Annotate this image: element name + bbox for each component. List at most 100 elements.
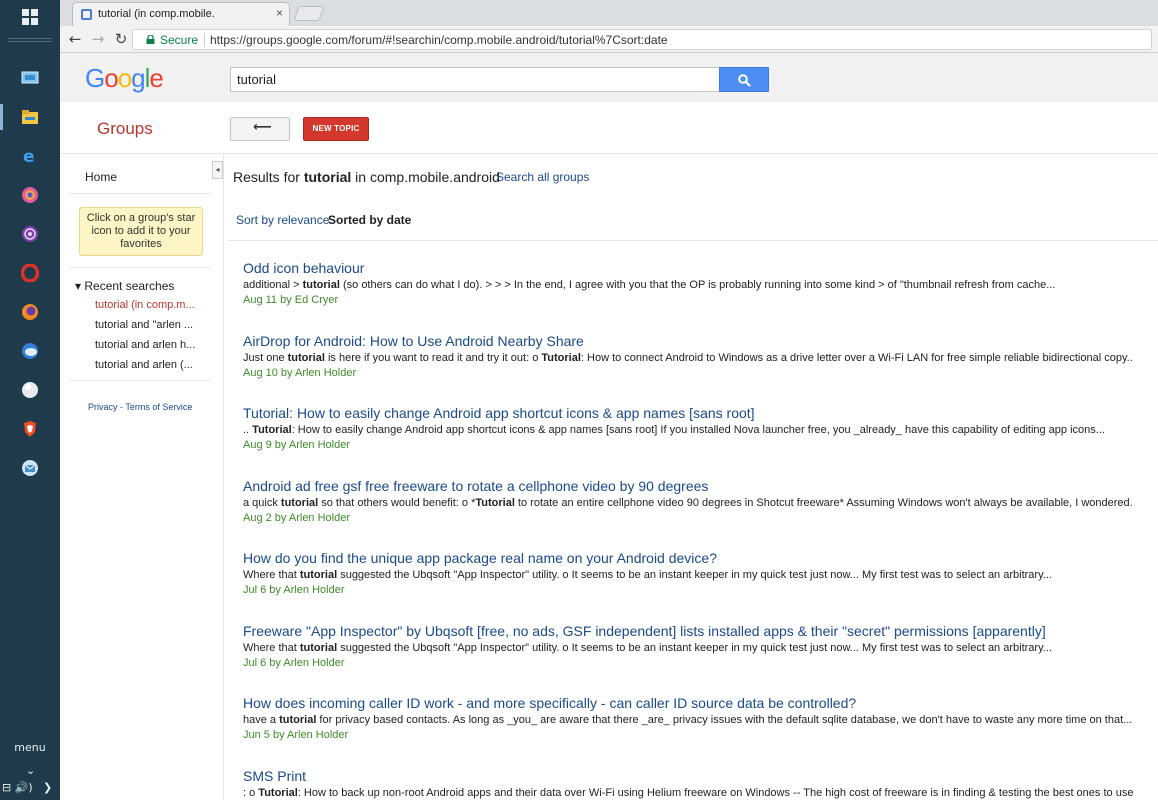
result-meta: Jul 6 by Arlen Holder <box>243 584 345 596</box>
result-meta: Aug 2 by Arlen Holder <box>243 511 351 524</box>
result-title-link[interactable]: How do you find the unique app package r… <box>243 550 1133 566</box>
snippet-text: : How to connect Android to Windows as a… <box>580 351 1133 364</box>
back-button[interactable]: ⟵ <box>230 117 290 141</box>
svg-text:e: e <box>23 147 35 165</box>
mail-app-icon[interactable] <box>19 457 41 479</box>
heading-prefix: Results for <box>233 169 304 185</box>
logo-letter: e <box>149 63 164 93</box>
results-divider <box>229 240 1158 241</box>
browser-tab-strip: tutorial (in comp.mobile. × <box>60 0 1158 26</box>
recent-search-item[interactable]: tutorial (in comp.m... <box>95 299 201 311</box>
opera-icon[interactable] <box>19 262 41 284</box>
footer-links: Privacy - Terms of Service <box>88 402 192 412</box>
snippet-text: have a <box>243 714 280 726</box>
result-item: How do you find the unique app package r… <box>243 550 1133 596</box>
results-heading: Results for tutorial in comp.mobile.andr… <box>233 169 500 185</box>
result-title-link[interactable]: Android ad free gsf free freeware to rot… <box>243 478 1133 494</box>
result-title-link[interactable]: Freeware "App Inspector" by Ubqsoft [fre… <box>243 623 1133 639</box>
secure-label: Secure <box>160 33 199 47</box>
taskbar-menu-label[interactable]: menu <box>0 741 60 754</box>
search-all-groups-link[interactable]: Search all groups <box>496 170 589 184</box>
result-title-link[interactable]: Tutorial: How to easily change Android a… <box>243 405 1133 421</box>
snippet-text: .. <box>243 424 253 436</box>
heading-query: tutorial <box>303 169 352 185</box>
recent-search-item[interactable]: tutorial and arlen h... <box>95 339 201 351</box>
firefox-icon[interactable] <box>19 301 41 323</box>
collapse-pane-icon[interactable]: ◂ <box>212 161 223 179</box>
search-icon <box>738 74 751 87</box>
browser-globe-icon[interactable] <box>19 340 41 362</box>
close-icon[interactable]: × <box>276 6 283 20</box>
snippet-text: suggested the Ubqsoft "App Inspector" ut… <box>337 569 1052 581</box>
result-snippet: Where that tutorial suggested the Ubqsof… <box>243 642 1133 654</box>
new-topic-button[interactable]: NEW TOPIC <box>303 117 369 141</box>
snippet-text: a quick <box>243 496 281 509</box>
recent-searches-toggle[interactable]: ▾ Recent searches <box>75 279 174 293</box>
snippet-text: to rotate an entire cellphone video 90 d… <box>514 496 1133 509</box>
snippet-text: Just one <box>243 351 288 364</box>
snippet-text: suggested the Ubqsoft "App Inspector" ut… <box>337 641 1052 654</box>
snippet-highlight: tutorial <box>299 641 338 654</box>
result-meta: Aug 9 by Arlen Holder <box>243 439 351 451</box>
result-item: Odd icon behaviour additional > tutorial … <box>243 260 1133 306</box>
sphere-app-icon[interactable] <box>19 379 41 401</box>
system-tray[interactable]: ⊟ 🔊) <box>2 781 33 794</box>
snippet-highlight: tutorial <box>302 279 340 291</box>
groups-favicon-icon <box>81 9 92 20</box>
result-item: Freeware "App Inspector" by Ubqsoft [fre… <box>243 623 1133 669</box>
snippet-text: is here if you want to read it and try i… <box>324 351 542 364</box>
groups-bar: Groups ⟵ NEW TOPIC <box>60 102 1158 154</box>
snippet-text: : o <box>243 786 259 799</box>
back-arrow-icon[interactable]: ← <box>66 30 84 48</box>
edge-icon[interactable]: e <box>19 145 41 167</box>
lock-icon <box>146 35 155 44</box>
brave-icon[interactable] <box>19 418 41 440</box>
new-tab-button[interactable] <box>293 6 325 21</box>
screen: e menu ⌄ ⊟ 🔊) ❯ tutorial (in comp.mobile… <box>0 0 1158 800</box>
snippet-text: Where that <box>243 569 300 581</box>
chevron-right-icon[interactable]: ❯ <box>43 781 52 794</box>
result-title-link[interactable]: How does incoming caller ID work - and m… <box>243 695 1133 711</box>
omnibox-divider <box>204 33 205 47</box>
search-box[interactable] <box>230 67 720 92</box>
snippet-highlight: tutorial <box>280 496 319 509</box>
privacy-link[interactable]: Privacy <box>88 402 118 412</box>
result-snippet: Just one tutorial is here if you want to… <box>243 352 1133 364</box>
result-title-link[interactable]: AirDrop for Android: How to Use Android … <box>243 333 1133 349</box>
desktop-icon[interactable] <box>19 67 41 89</box>
logo-letter: g <box>131 63 146 93</box>
groups-title[interactable]: Groups <box>97 119 153 139</box>
logo-letter: G <box>85 63 105 93</box>
tor-browser-icon[interactable] <box>19 223 41 245</box>
result-title-link[interactable]: Odd icon behaviour <box>243 260 1133 276</box>
result-title-link[interactable]: SMS Print <box>243 768 1133 784</box>
windows-start-icon[interactable] <box>19 6 41 28</box>
browser-tab[interactable]: tutorial (in comp.mobile. × <box>72 2 290 26</box>
snippet-text: : How to back up non-root Android apps a… <box>297 786 1133 799</box>
terms-link[interactable]: Terms of Service <box>125 402 192 412</box>
recent-search-item[interactable]: tutorial and "arlen ... <box>95 319 201 331</box>
result-snippet: : o Tutorial: How to back up non-root An… <box>243 787 1133 799</box>
result-item: AirDrop for Android: How to Use Android … <box>243 333 1133 379</box>
sort-by-relevance-link[interactable]: Sort by relevance <box>236 213 329 227</box>
search-input[interactable] <box>237 72 707 87</box>
search-button[interactable] <box>719 67 769 92</box>
result-snippet: have a tutorial for privacy based contac… <box>243 714 1133 726</box>
snippet-highlight: Tutorial <box>541 351 581 364</box>
result-item: How does incoming caller ID work - and m… <box>243 695 1133 741</box>
forward-arrow-icon[interactable]: → <box>89 30 107 48</box>
snippet-highlight: tutorial <box>287 351 325 364</box>
spiral-app-icon[interactable] <box>19 184 41 206</box>
address-bar[interactable]: Secure https://groups.google.com/forum/#… <box>132 29 1152 50</box>
recent-search-item[interactable]: tutorial and arlen (... <box>95 359 201 371</box>
tab-title: tutorial (in comp.mobile. <box>98 8 215 20</box>
reload-icon[interactable]: ↻ <box>112 30 130 48</box>
result-meta: Jun 5 by Arlen Holder <box>243 729 349 741</box>
file-explorer-icon[interactable] <box>19 106 41 128</box>
url-text[interactable]: https://groups.google.com/forum/#!search… <box>210 33 668 47</box>
google-logo[interactable]: Google <box>85 63 164 94</box>
home-link[interactable]: Home <box>85 170 117 184</box>
snippet-text: : How to easily change Android app short… <box>291 424 1105 436</box>
chevron-down-icon[interactable]: ⌄ <box>26 764 35 777</box>
result-snippet: .. Tutorial: How to easily change Androi… <box>243 424 1133 436</box>
